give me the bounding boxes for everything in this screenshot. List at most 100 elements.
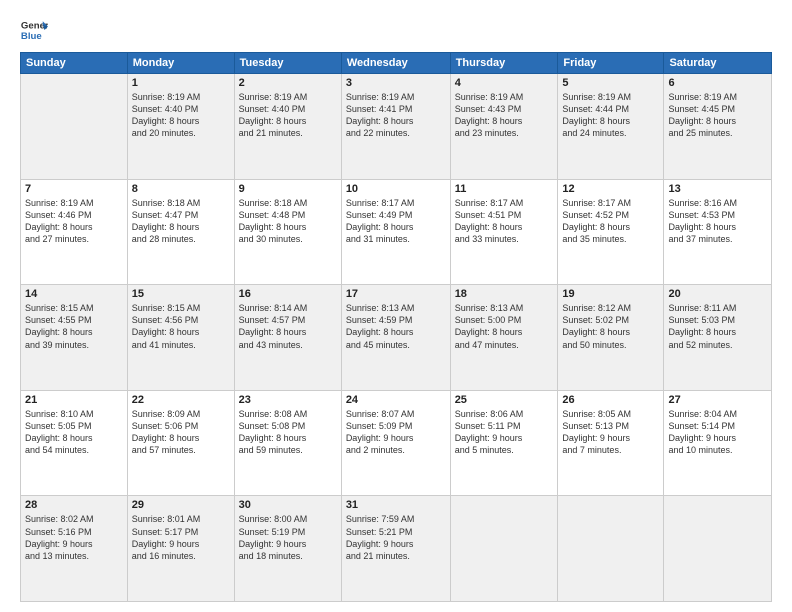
calendar-cell: 23 Sunrise: 8:08 AM Sunset: 5:08 PM Dayli… [234,390,341,496]
day-number: 21 [25,394,123,406]
day-info: Sunrise: 8:00 AM Sunset: 5:19 PM Dayligh… [239,513,337,562]
calendar-cell: 12 Sunrise: 8:17 AM Sunset: 4:52 PM Dayli… [558,179,664,285]
calendar-week-row-4: 28 Sunrise: 8:02 AM Sunset: 5:16 PM Dayli… [21,496,772,602]
day-number: 16 [239,288,337,300]
calendar-cell: 9Sunrise: 8:18 AM Sunset: 4:48 PM Daylig… [234,179,341,285]
calendar-cell: 28 Sunrise: 8:02 AM Sunset: 5:16 PM Dayli… [21,496,128,602]
calendar-week-row-3: 21 Sunrise: 8:10 AM Sunset: 5:05 PM Dayli… [21,390,772,496]
day-number: 30 [239,499,337,511]
day-info: Sunrise: 7:59 AM Sunset: 5:21 PM Dayligh… [346,513,446,562]
day-number: 17 [346,288,446,300]
calendar-cell: 16 Sunrise: 8:14 AM Sunset: 4:57 PM Dayli… [234,285,341,391]
calendar-cell: 20Sunrise: 8:11 AM Sunset: 5:03 PM Dayli… [664,285,772,391]
day-info: Sunrise: 8:19 AM Sunset: 4:40 PM Dayligh… [239,91,337,140]
day-number: 24 [346,394,446,406]
day-info: Sunrise: 8:17 AM Sunset: 4:49 PM Dayligh… [346,197,446,246]
calendar-table: SundayMondayTuesdayWednesdayThursdayFrid… [20,52,772,602]
calendar-cell [664,496,772,602]
day-info: Sunrise: 8:15 AM Sunset: 4:55 PM Dayligh… [25,302,123,351]
day-number: 18 [455,288,554,300]
day-info: Sunrise: 8:08 AM Sunset: 5:08 PM Dayligh… [239,408,337,457]
day-number: 19 [562,288,659,300]
calendar-cell: 7 Sunrise: 8:19 AM Sunset: 4:46 PM Daylig… [21,179,128,285]
day-number: 4 [455,77,554,89]
day-number: 13 [668,183,767,195]
calendar-cell [450,496,558,602]
day-info: Sunrise: 8:19 AM Sunset: 4:41 PM Dayligh… [346,91,446,140]
calendar-cell: 21 Sunrise: 8:10 AM Sunset: 5:05 PM Dayli… [21,390,128,496]
logo-icon: General Blue [20,16,48,44]
calendar-cell: 5 Sunrise: 8:19 AM Sunset: 4:44 PM Daylig… [558,74,664,180]
day-number: 2 [239,77,337,89]
calendar-cell: 26 Sunrise: 8:05 AM Sunset: 5:13 PM Dayli… [558,390,664,496]
day-info: Sunrise: 8:05 AM Sunset: 5:13 PM Dayligh… [562,408,659,457]
day-info: Sunrise: 8:14 AM Sunset: 4:57 PM Dayligh… [239,302,337,351]
day-number: 5 [562,77,659,89]
day-info: Sunrise: 8:13 AM Sunset: 4:59 PM Dayligh… [346,302,446,351]
calendar-cell: 10 Sunrise: 8:17 AM Sunset: 4:49 PM Dayli… [341,179,450,285]
day-number: 20 [668,288,767,300]
day-info: Sunrise: 8:18 AM Sunset: 4:47 PM Dayligh… [132,197,230,246]
day-info: Sunrise: 8:19 AM Sunset: 4:45 PM Dayligh… [668,91,767,140]
day-info: Sunrise: 8:19 AM Sunset: 4:44 PM Dayligh… [562,91,659,140]
calendar-cell: 2 Sunrise: 8:19 AM Sunset: 4:40 PM Daylig… [234,74,341,180]
day-number: 29 [132,499,230,511]
calendar-cell: 11 Sunrise: 8:17 AM Sunset: 4:51 PM Dayli… [450,179,558,285]
day-number: 1 [132,77,230,89]
weekday-header-row: SundayMondayTuesdayWednesdayThursdayFrid… [21,53,772,74]
day-info: Sunrise: 8:02 AM Sunset: 5:16 PM Dayligh… [25,513,123,562]
day-number: 15 [132,288,230,300]
day-info: Sunrise: 8:19 AM Sunset: 4:40 PM Dayligh… [132,91,230,140]
day-number: 8 [132,183,230,195]
day-number: 25 [455,394,554,406]
weekday-header-saturday: Saturday [664,53,772,74]
calendar-cell: 13 Sunrise: 8:16 AM Sunset: 4:53 PM Dayli… [664,179,772,285]
calendar-cell: 30 Sunrise: 8:00 AM Sunset: 5:19 PM Dayli… [234,496,341,602]
day-info: Sunrise: 8:15 AM Sunset: 4:56 PM Dayligh… [132,302,230,351]
calendar-cell [558,496,664,602]
day-number: 11 [455,183,554,195]
day-info: Sunrise: 8:07 AM Sunset: 5:09 PM Dayligh… [346,408,446,457]
calendar-week-row-0: 1 Sunrise: 8:19 AM Sunset: 4:40 PM Daylig… [21,74,772,180]
calendar-cell: 6 Sunrise: 8:19 AM Sunset: 4:45 PM Daylig… [664,74,772,180]
day-info: Sunrise: 8:12 AM Sunset: 5:02 PM Dayligh… [562,302,659,351]
day-info: Sunrise: 8:10 AM Sunset: 5:05 PM Dayligh… [25,408,123,457]
calendar-cell: 19 Sunrise: 8:12 AM Sunset: 5:02 PM Dayli… [558,285,664,391]
day-number: 3 [346,77,446,89]
day-info: Sunrise: 8:17 AM Sunset: 4:51 PM Dayligh… [455,197,554,246]
day-info: Sunrise: 8:01 AM Sunset: 5:17 PM Dayligh… [132,513,230,562]
logo: General Blue [20,16,50,44]
weekday-header-wednesday: Wednesday [341,53,450,74]
calendar-week-row-1: 7 Sunrise: 8:19 AM Sunset: 4:46 PM Daylig… [21,179,772,285]
day-info: Sunrise: 8:06 AM Sunset: 5:11 PM Dayligh… [455,408,554,457]
calendar-cell: 4 Sunrise: 8:19 AM Sunset: 4:43 PM Daylig… [450,74,558,180]
day-info: Sunrise: 8:18 AM Sunset: 4:48 PM Dayligh… [239,197,337,246]
page-header: General Blue [20,16,772,44]
weekday-header-friday: Friday [558,53,664,74]
day-info: Sunrise: 8:17 AM Sunset: 4:52 PM Dayligh… [562,197,659,246]
day-number: 27 [668,394,767,406]
calendar-cell: 18 Sunrise: 8:13 AM Sunset: 5:00 PM Dayli… [450,285,558,391]
day-number: 23 [239,394,337,406]
calendar-cell: 14Sunrise: 8:15 AM Sunset: 4:55 PM Dayli… [21,285,128,391]
calendar-cell: 29 Sunrise: 8:01 AM Sunset: 5:17 PM Dayli… [127,496,234,602]
calendar-cell [21,74,128,180]
calendar-cell: 17 Sunrise: 8:13 AM Sunset: 4:59 PM Dayli… [341,285,450,391]
day-number: 22 [132,394,230,406]
calendar-cell: 1 Sunrise: 8:19 AM Sunset: 4:40 PM Daylig… [127,74,234,180]
calendar-cell: 3 Sunrise: 8:19 AM Sunset: 4:41 PM Daylig… [341,74,450,180]
day-number: 28 [25,499,123,511]
day-info: Sunrise: 8:13 AM Sunset: 5:00 PM Dayligh… [455,302,554,351]
day-number: 12 [562,183,659,195]
calendar-cell: 15 Sunrise: 8:15 AM Sunset: 4:56 PM Dayli… [127,285,234,391]
day-info: Sunrise: 8:19 AM Sunset: 4:46 PM Dayligh… [25,197,123,246]
day-info: Sunrise: 8:19 AM Sunset: 4:43 PM Dayligh… [455,91,554,140]
day-info: Sunrise: 8:16 AM Sunset: 4:53 PM Dayligh… [668,197,767,246]
weekday-header-sunday: Sunday [21,53,128,74]
day-number: 10 [346,183,446,195]
calendar-cell: 24 Sunrise: 8:07 AM Sunset: 5:09 PM Dayli… [341,390,450,496]
day-number: 26 [562,394,659,406]
day-number: 7 [25,183,123,195]
day-number: 6 [668,77,767,89]
calendar-header: SundayMondayTuesdayWednesdayThursdayFrid… [21,53,772,74]
